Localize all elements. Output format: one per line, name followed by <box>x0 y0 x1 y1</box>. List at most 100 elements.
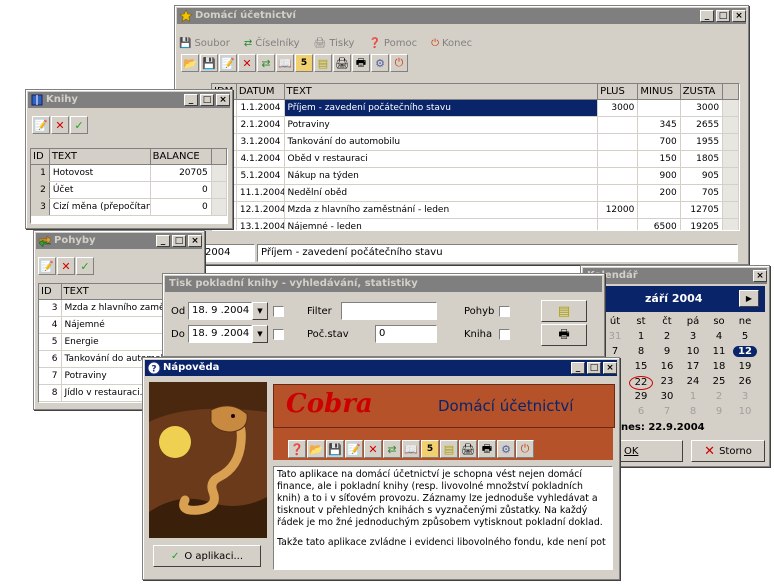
search-button[interactable]: ▤ <box>541 300 587 322</box>
cell-id[interactable]: 3 <box>31 198 50 216</box>
table-row[interactable]: 3 Cizí měna (přepočítaná 0 <box>31 198 227 216</box>
cell-text[interactable]: Nedělní oběd <box>284 184 599 202</box>
cell-datum[interactable]: 3.1.2004 <box>236 133 285 151</box>
table-row[interactable]: 1 Hotovost 20705 <box>31 164 227 182</box>
book-icon[interactable]: 📖 <box>402 440 420 458</box>
transfer-icon[interactable]: ⇄ <box>383 440 401 458</box>
menu-ciselniky[interactable]: ⇄ Číselníky <box>244 34 300 52</box>
main-titlebar[interactable]: Domácí účetnictví <box>177 8 746 24</box>
minimize-button[interactable]: _ <box>700 10 714 22</box>
scroll-track[interactable] <box>722 116 739 134</box>
maximize-button[interactable]: □ <box>200 94 214 106</box>
calendar-day[interactable]: 10 <box>733 406 757 417</box>
minimize-button[interactable]: _ <box>184 94 198 106</box>
close-button[interactable]: × <box>216 94 230 106</box>
calendar-day[interactable]: 7 <box>603 346 627 357</box>
scroll-track[interactable] <box>722 184 739 202</box>
scroll-track[interactable] <box>722 150 739 168</box>
number-icon[interactable]: 5 <box>295 54 313 72</box>
cell-id[interactable]: 6 <box>39 350 62 368</box>
pocstav-field[interactable]: 0 <box>375 325 437 343</box>
calendar-day[interactable]: 6 <box>629 406 653 417</box>
calendar-day[interactable]: 8 <box>629 346 653 357</box>
col-zustatek[interactable]: ZUSTA <box>680 84 724 100</box>
table-row[interactable]: 22.1.2004Potraviny3452655 <box>212 116 739 134</box>
open-icon[interactable]: 📂 <box>181 54 199 72</box>
calendar-day[interactable]: 8 <box>681 406 705 417</box>
cell-zustatek[interactable]: 19205 <box>680 218 724 230</box>
calendar-day[interactable]: 18 <box>707 361 731 372</box>
calendar-day[interactable]: 10 <box>681 346 705 357</box>
help-text-area[interactable]: Tato aplikace na domácí účetnictví je sc… <box>273 466 613 570</box>
cell-plus[interactable]: 3000 <box>597 99 639 117</box>
calendar-day[interactable]: 26 <box>733 376 757 387</box>
print-preview-icon[interactable]: 🖨 <box>459 440 477 458</box>
table-row[interactable]: 811.1.2004Nedělní oběd200705 <box>212 184 739 202</box>
calendar-day[interactable]: 7 <box>655 406 679 417</box>
table-row[interactable]: 75.1.2004Nákup na týden900905 <box>212 167 739 185</box>
minimize-button[interactable]: _ <box>571 362 585 374</box>
cell-text[interactable]: Potraviny <box>284 116 599 134</box>
napoveda-titlebar[interactable]: ? Nápověda <box>145 360 617 376</box>
cell-plus[interactable] <box>597 133 639 151</box>
scroll-track[interactable] <box>722 218 739 230</box>
delete-icon[interactable]: ✕ <box>57 257 75 275</box>
kalendar-titlebar[interactable]: Kalendář <box>583 268 767 284</box>
cell-id[interactable]: 7 <box>39 367 62 385</box>
maximize-button[interactable]: □ <box>716 10 730 22</box>
cell-text[interactable]: Oběd v restauraci <box>284 150 599 168</box>
detail-date-field[interactable]: 2004 <box>201 244 255 262</box>
new-icon[interactable]: 📝 <box>219 54 237 72</box>
cell-id[interactable]: 8 <box>39 384 62 402</box>
database-icon[interactable]: ▤ <box>314 54 332 72</box>
table-row[interactable]: 63.1.2004Tankování do automobilu7001955 <box>212 133 739 151</box>
transfer-icon[interactable]: ⇄ <box>257 54 275 72</box>
calendar-day[interactable]: 12 <box>733 346 757 357</box>
col-id[interactable]: ID <box>39 284 62 300</box>
col-minus[interactable]: MINUS <box>637 84 681 100</box>
od-date-field[interactable]: 18. 9 .2004 <box>188 302 252 320</box>
cell-text[interactable]: Hotovost <box>49 164 151 182</box>
cell-balance[interactable]: 0 <box>150 198 212 216</box>
table-row[interactable]: 312.1.2004Mzda z hlavního zaměstnání - l… <box>212 201 739 219</box>
calendar-day[interactable]: 15 <box>629 361 653 372</box>
cell-id[interactable]: 4 <box>39 316 62 334</box>
cell-minus[interactable] <box>637 201 681 219</box>
table-row[interactable]: 413.1.2004Nájemné - leden650019205 <box>212 218 739 230</box>
cell-datum[interactable]: 5.1.2004 <box>236 167 285 185</box>
calendar-day[interactable]: 11 <box>707 346 731 357</box>
scroll-track[interactable] <box>211 164 227 182</box>
cell-id[interactable]: 2 <box>31 181 50 199</box>
table-row[interactable]: 11.1.2004Příjem - zavedení počátečního s… <box>212 99 739 117</box>
calendar-day[interactable]: 1 <box>629 331 653 342</box>
settings-icon[interactable]: ⚙ <box>497 440 515 458</box>
save-icon[interactable]: 💾 <box>200 54 218 72</box>
scroll-track[interactable] <box>722 99 739 117</box>
scroll-track[interactable] <box>211 181 227 199</box>
scroll-track[interactable] <box>211 198 227 216</box>
cell-text[interactable]: Mzda z hlavního zaměstnání - leden <box>284 201 599 219</box>
scroll-track[interactable] <box>722 201 739 219</box>
menu-soubor[interactable]: 💾 Soubor <box>179 34 230 52</box>
calendar-day[interactable]: 16 <box>655 361 679 372</box>
calendar-day[interactable]: 23 <box>655 376 679 387</box>
cell-minus[interactable]: 200 <box>637 184 681 202</box>
col-plus[interactable]: PLUS <box>597 84 639 100</box>
cell-text[interactable]: Nájemné - leden <box>284 218 599 230</box>
book-icon[interactable]: 📖 <box>276 54 294 72</box>
cell-zustatek[interactable]: 905 <box>680 167 724 185</box>
calendar-day[interactable]: 9 <box>707 406 731 417</box>
cell-text[interactable]: Tankování do automobilu <box>284 133 599 151</box>
menu-tisky[interactable]: 🖨 Tisky <box>314 34 355 52</box>
help-icon[interactable]: ❓ <box>288 440 306 458</box>
menu-pomoc[interactable]: ❓ Pomoc <box>368 34 417 52</box>
power-icon[interactable]: ⏻ <box>516 440 534 458</box>
cell-zustatek[interactable]: 1805 <box>680 150 724 168</box>
new-icon[interactable]: 📝 <box>32 116 50 134</box>
delete-icon[interactable]: ✕ <box>238 54 256 72</box>
col-balance[interactable]: BALANCE <box>150 149 212 165</box>
cell-balance[interactable]: 0 <box>150 181 212 199</box>
od-dropdown-button[interactable]: ▼ <box>252 302 268 320</box>
cell-minus[interactable]: 345 <box>637 116 681 134</box>
cell-minus[interactable] <box>637 99 681 117</box>
